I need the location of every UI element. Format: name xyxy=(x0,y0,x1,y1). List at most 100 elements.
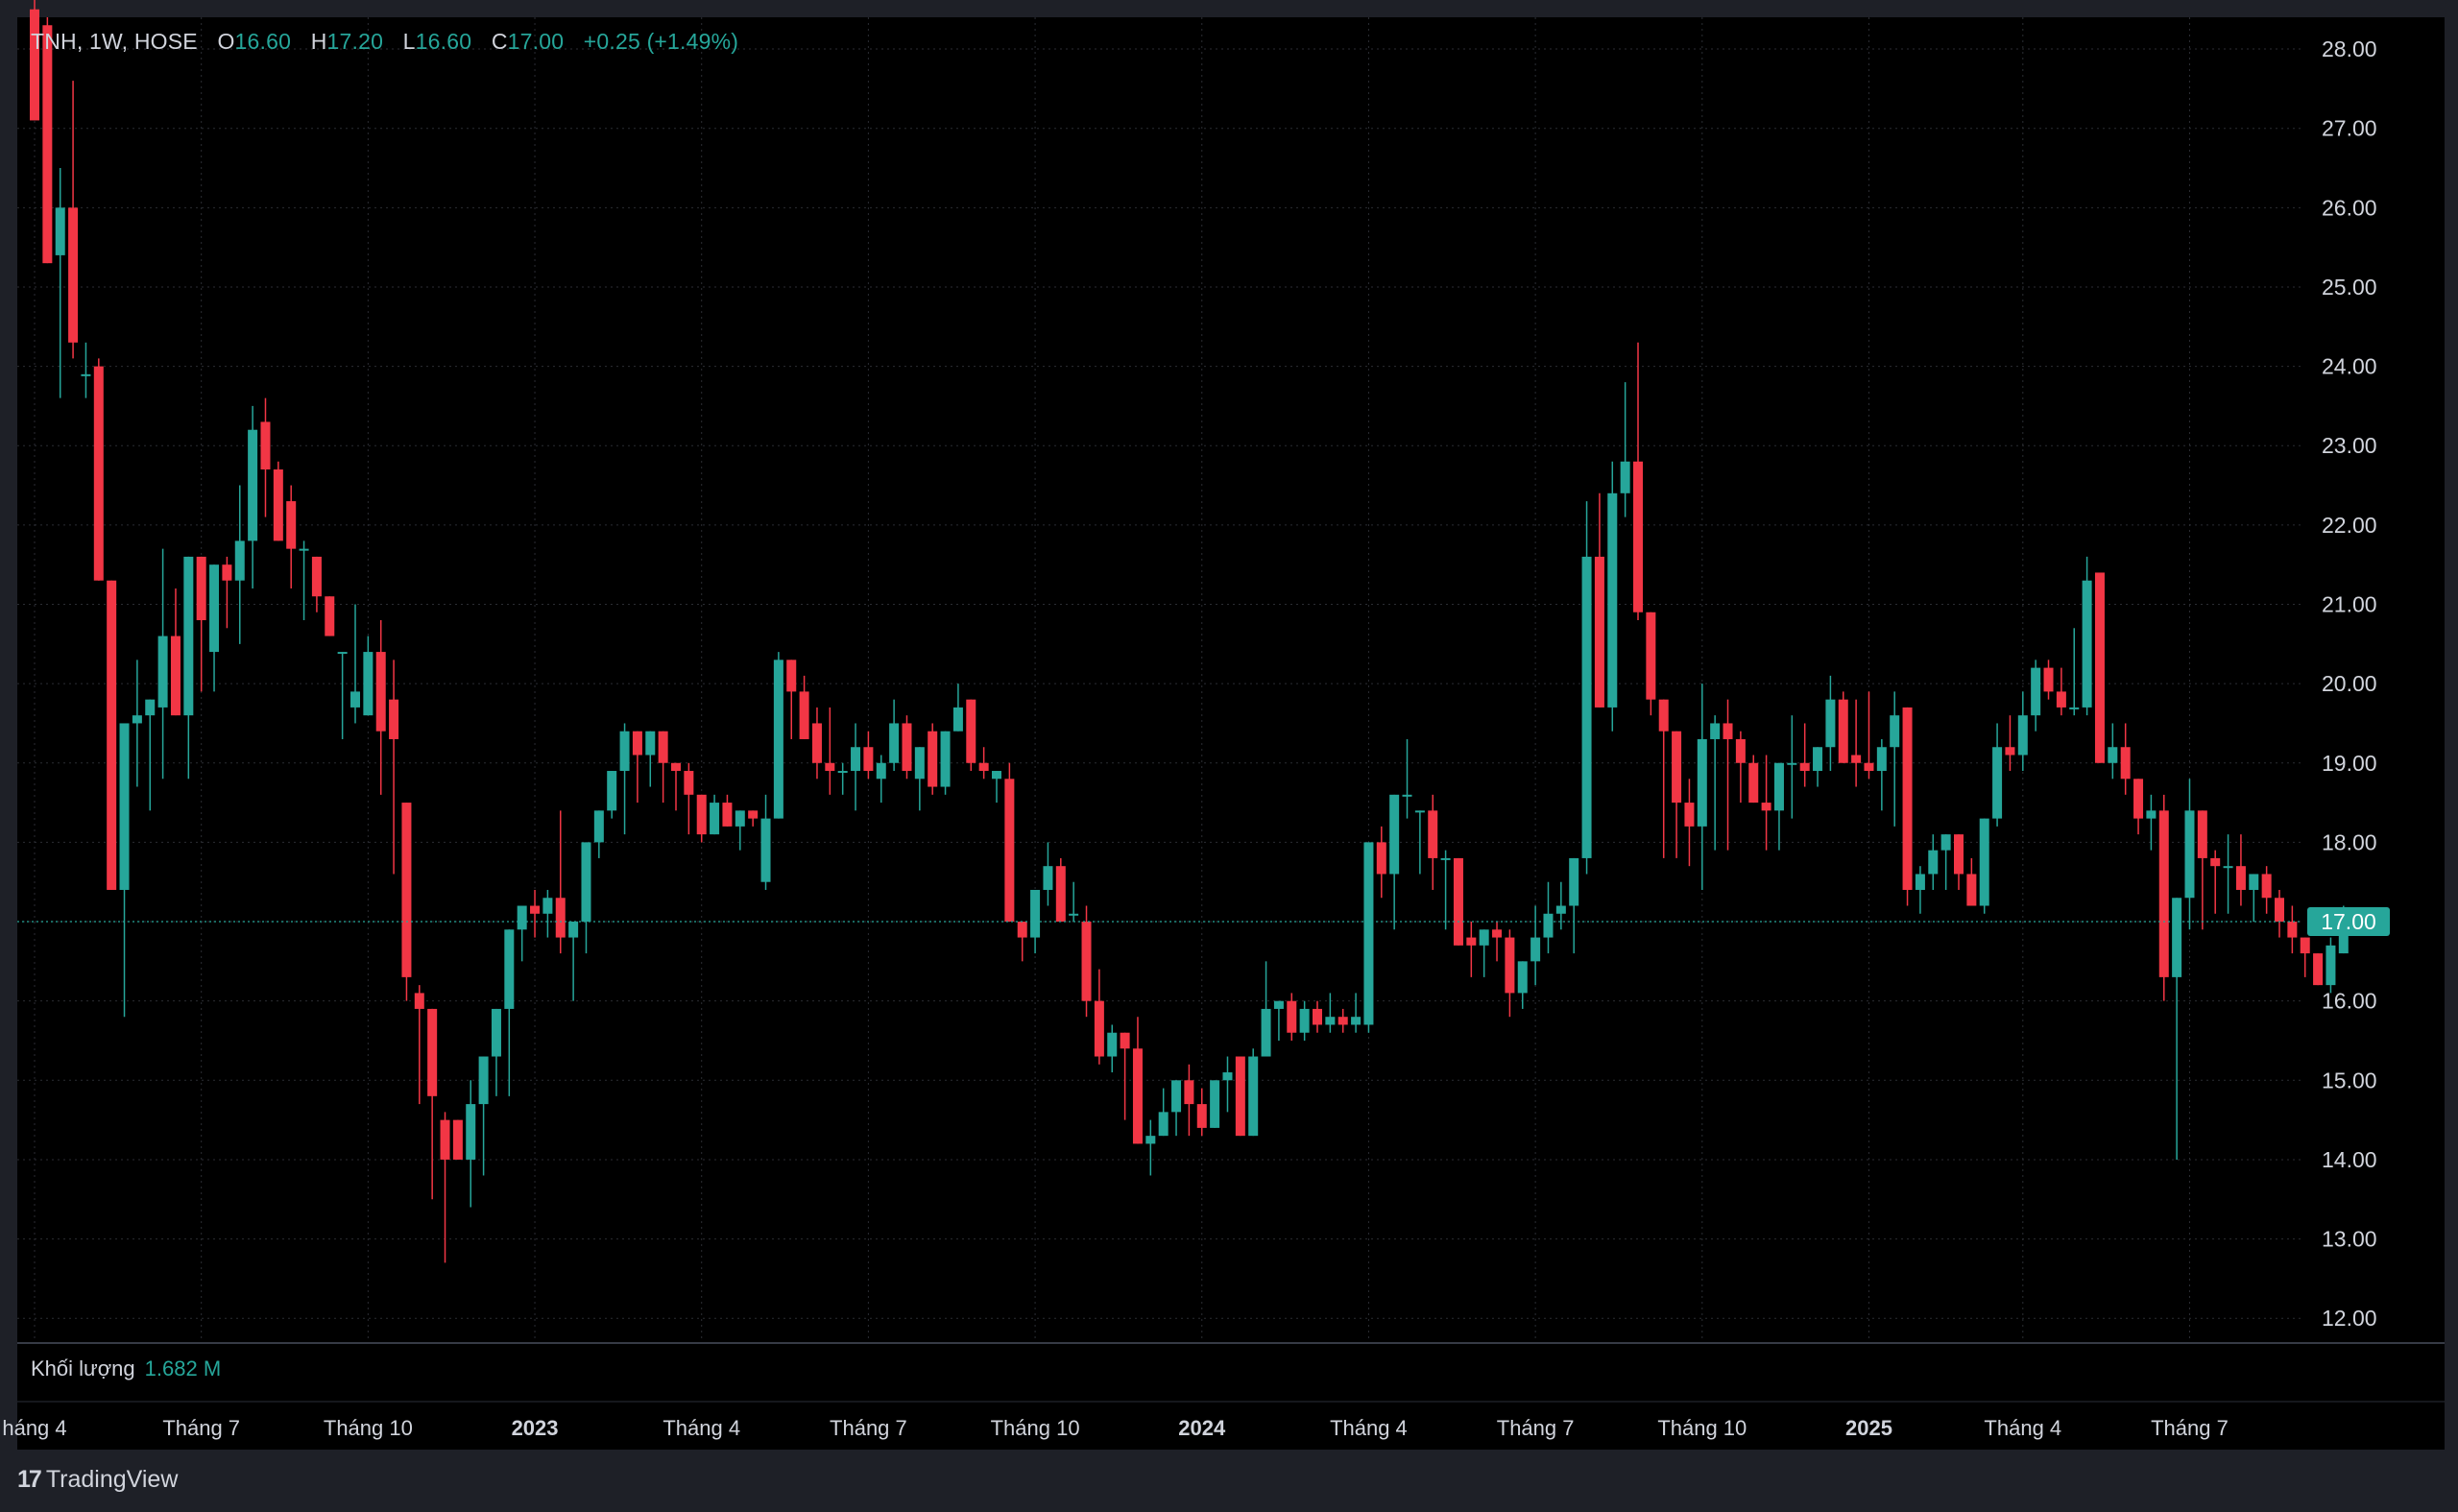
candle-body xyxy=(696,794,707,835)
candle-body xyxy=(183,556,194,716)
candle-body xyxy=(157,636,168,708)
time-tick-label: 2025 xyxy=(1845,1416,1892,1440)
candle-body xyxy=(2031,667,2041,716)
candle-body xyxy=(1120,1032,1130,1049)
candle-body xyxy=(1107,1032,1118,1057)
tradingview-logo-icon: 17 xyxy=(17,1466,42,1493)
candle-body xyxy=(2275,898,2284,923)
candle-body xyxy=(2325,945,2336,986)
time-tick-label: Tháng 4 xyxy=(663,1416,740,1440)
candle-body xyxy=(1325,1017,1336,1025)
candle-body xyxy=(1825,699,1836,748)
candle-body xyxy=(1530,937,1541,962)
price-tick-label: 19.00 xyxy=(2322,751,2377,776)
close-value: 17.00 xyxy=(507,29,565,54)
candle-body xyxy=(940,731,951,787)
volume-legend[interactable]: Khối lượng 1.682 M xyxy=(31,1356,221,1381)
candle-body xyxy=(645,731,656,756)
candle-body xyxy=(568,922,579,938)
candle-body xyxy=(273,469,283,541)
candle-body xyxy=(1799,762,1810,772)
candle-body xyxy=(30,9,39,121)
candle-body xyxy=(2108,747,2118,763)
candle-body xyxy=(1966,874,1977,906)
candle-body xyxy=(1261,1008,1271,1057)
candle-body xyxy=(799,691,809,739)
candle-body xyxy=(414,993,424,1009)
open-value: 16.60 xyxy=(234,29,292,54)
candle-body xyxy=(928,731,938,787)
candle-body xyxy=(1517,961,1528,994)
candle-body xyxy=(2197,810,2207,858)
time-tick-label: 2024 xyxy=(1178,1416,1226,1440)
candle-body xyxy=(299,548,309,551)
candle-body xyxy=(1915,874,1925,890)
candle-body xyxy=(325,596,335,636)
candle-body xyxy=(1492,929,1503,938)
candle-body xyxy=(1787,762,1797,765)
volume-label: Khối lượng xyxy=(31,1356,135,1380)
time-tick-label: háng 4 xyxy=(2,1416,66,1440)
candle-body xyxy=(1196,1104,1207,1128)
candle-body xyxy=(1607,492,1618,708)
candle-body xyxy=(2069,707,2080,709)
time-tick-label: Tháng 10 xyxy=(1657,1416,1747,1440)
candle-body xyxy=(1838,699,1848,763)
time-tick-label: Tháng 4 xyxy=(1984,1416,2061,1440)
price-tick-label: 22.00 xyxy=(2322,513,2377,538)
candle-body xyxy=(1569,857,1579,906)
candle-body xyxy=(478,1056,489,1105)
candle-body xyxy=(889,723,900,763)
candle-body xyxy=(658,731,668,763)
candle-body xyxy=(337,652,348,655)
candle-body xyxy=(1171,1080,1182,1113)
candle-body xyxy=(1273,1000,1284,1009)
candle-body xyxy=(1453,857,1463,946)
candle-body xyxy=(1299,1008,1310,1033)
candle-body xyxy=(1004,779,1015,923)
candle-body xyxy=(1030,889,1041,938)
candle-body xyxy=(722,803,733,827)
time-tick-label: 2023 xyxy=(512,1416,559,1440)
candle-body xyxy=(542,898,553,914)
plot-background xyxy=(17,17,2301,1342)
candle-body xyxy=(1043,866,1053,890)
candle-body xyxy=(145,699,156,716)
candle-body xyxy=(504,929,515,1009)
tradingview-brand[interactable]: 17 TradingView xyxy=(17,1466,178,1494)
candle-body xyxy=(1069,913,1079,916)
candle-body xyxy=(1081,922,1092,1001)
candlestick-chart[interactable]: 28.00 27.00 26.00 25.00 24.00 23.00 22.00 21.00… xyxy=(0,0,2458,1512)
candle-body xyxy=(2120,747,2131,780)
candle-body xyxy=(466,1104,476,1160)
symbol-legend[interactable]: TNH, 1W, HOSE O16.60 H17.20 L16.60 C17.0… xyxy=(31,29,738,55)
candle-body xyxy=(914,747,925,780)
candle-body xyxy=(2005,747,2015,756)
candle-body xyxy=(978,762,989,772)
candle-body xyxy=(1337,1017,1348,1025)
candle-body xyxy=(1633,461,1643,612)
candle-body xyxy=(1581,556,1592,858)
price-tick-label: 24.00 xyxy=(2322,354,2377,379)
low-label: L xyxy=(402,29,416,54)
candle-body xyxy=(1979,818,1989,906)
time-tick-label: Tháng 7 xyxy=(830,1416,907,1440)
price-tick-label: 13.00 xyxy=(2322,1227,2377,1252)
time-tick-label: Tháng 7 xyxy=(162,1416,240,1440)
candle-body xyxy=(1376,842,1386,875)
candle-body xyxy=(1928,850,1939,875)
candle-body xyxy=(2158,810,2169,977)
candle-body xyxy=(671,762,681,772)
candle-body xyxy=(350,691,360,708)
candle-body xyxy=(2017,715,2028,756)
close-label: C xyxy=(491,29,508,54)
candle-body xyxy=(1017,922,1027,938)
price-tick-label: 27.00 xyxy=(2322,116,2377,141)
candle-body xyxy=(389,699,399,739)
candle-body xyxy=(2210,857,2221,867)
time-tick-label: Tháng 10 xyxy=(324,1416,413,1440)
candle-body xyxy=(2261,874,2272,899)
price-tick-label: 21.00 xyxy=(2322,591,2377,616)
volume-value: 1.682 M xyxy=(144,1356,222,1380)
symbol-name[interactable]: TNH, 1W, HOSE xyxy=(31,29,198,55)
